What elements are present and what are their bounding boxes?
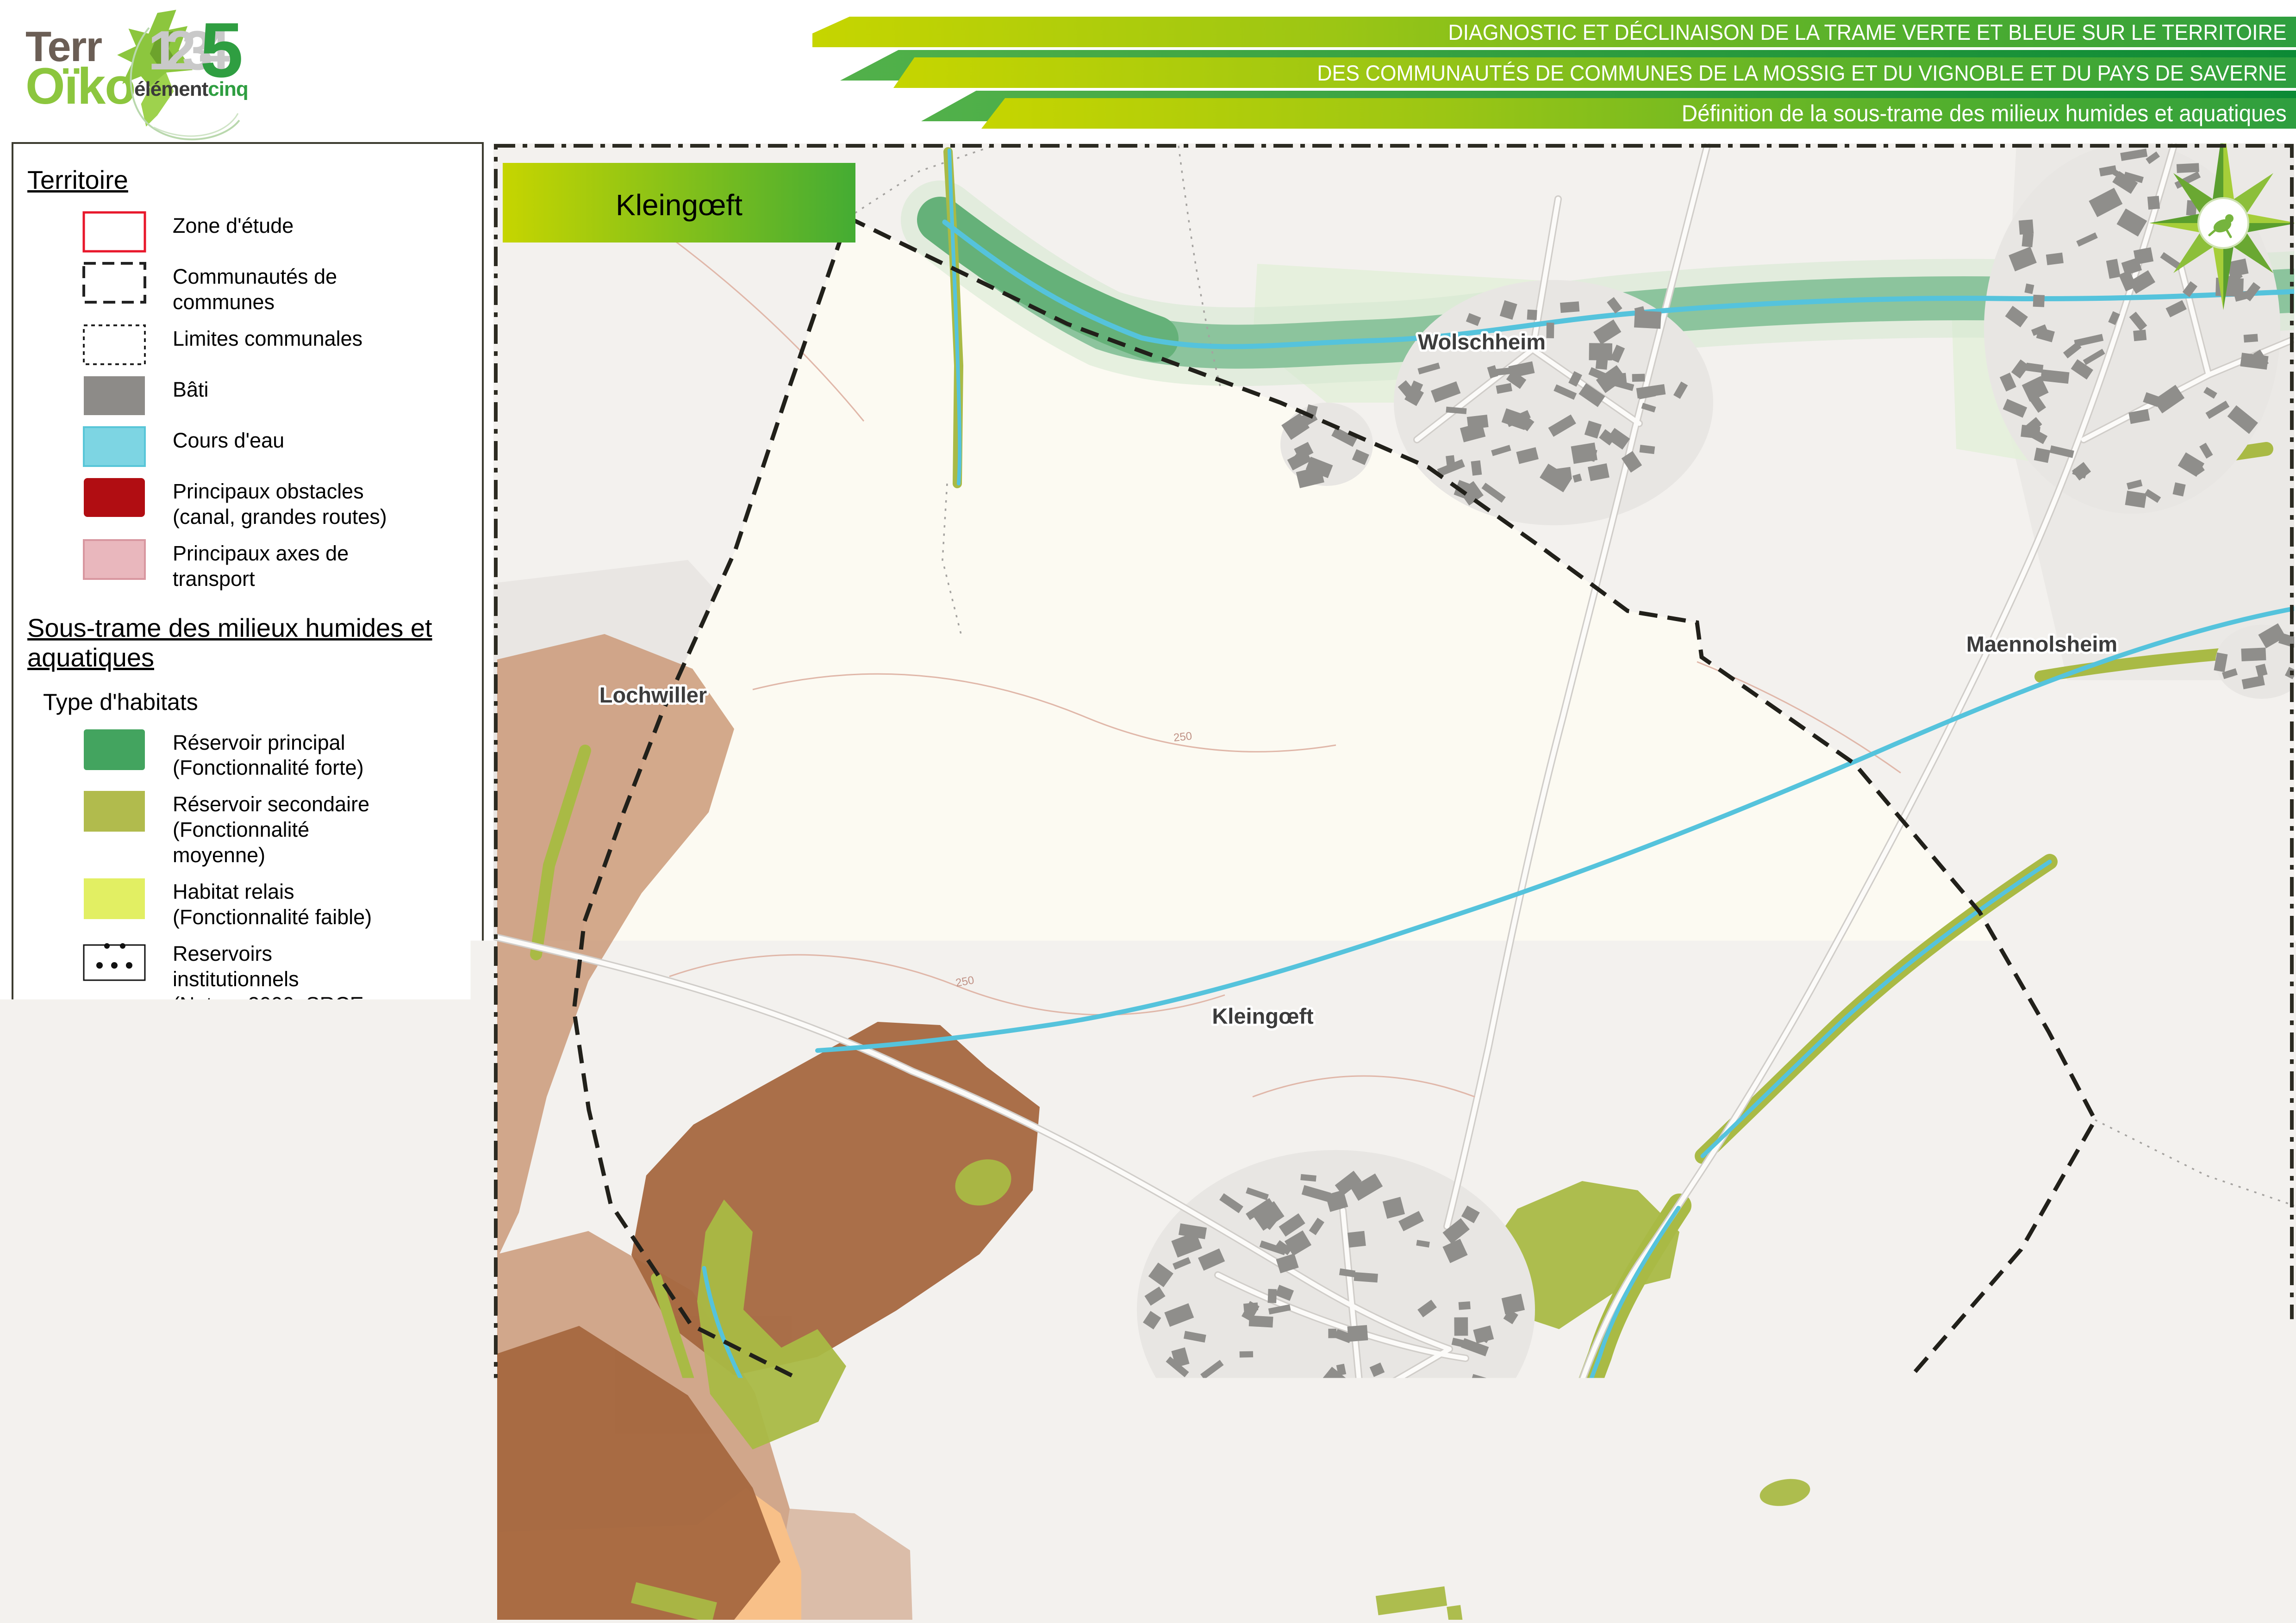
place-label-reutenbourg: Reutenbourg (539, 1517, 674, 1542)
tvb-title-line2: Verte & Bleue (106, 1507, 271, 1532)
swatch-zone-etude (82, 211, 147, 253)
legend-subtitle-corridors: Type de corridors (43, 1055, 468, 1082)
credits-panel: communauté de communes Mossig et Vignobl… (12, 1384, 484, 1618)
mossig-logo-region: Alsace (102, 1448, 290, 1462)
title-banner-3: Définition de la sous-trame des milieux … (981, 98, 2296, 129)
legend-item-communautes: Communautés de communes (27, 261, 468, 315)
legend-panel: Territoire Zone d'étude Communautés de c… (12, 142, 484, 1376)
map-title-box: Kleingœft (503, 163, 855, 243)
banner-title-text: DIAGNOSTIC ET DÉCLINAISON DE LA TRAME VE… (1448, 19, 2287, 45)
map-canvas: 250 250 Wolschheim Lochwille (493, 143, 2294, 1620)
element-cinq-logo: 1234 5 élémentcinq (134, 19, 241, 125)
tvb-subtitle: Mossig et Vignoble - Pays de Saverne (106, 1536, 271, 1548)
legend-item-bati: Bâti (27, 374, 468, 417)
scale-label-600: 600 m (877, 1555, 936, 1579)
swatch-bati (82, 374, 147, 417)
legend-subtitle-habitats: Type d'habitats (43, 689, 468, 715)
page: Terr Oïko 1234 5 élémentcinq DIAGNOSTIC … (0, 0, 2296, 1623)
map-area: 250 250 Wolschheim Lochwille (493, 143, 2294, 1620)
map-title: Kleingœft (616, 188, 742, 222)
place-label-lochwiller: Lochwiller (599, 683, 707, 707)
element-cinq-wordmark: élémentcinq (134, 78, 248, 101)
swatch-limites-communales (82, 323, 147, 366)
pays-saverne-name: Communauté de Communes (299, 1415, 482, 1451)
swatch-reservoir-secondaire (82, 789, 147, 833)
legend-item-reservoir-secondaire: Réservoir secondaire (Fonctionnalité moy… (27, 789, 468, 868)
banner-title-text: DES COMMUNAUTÉS DE COMMUNES DE LA MOSSIG… (1317, 60, 2287, 86)
tvb-paw-icon (32, 1480, 101, 1550)
legend-item-habitat-relais: Habitat relais (Fonctionnalité faible) (27, 877, 468, 930)
place-label-knoersheim: Knœrsheim (2160, 1534, 2281, 1559)
title-banner-1: DIAGNOSTIC ET DÉCLINAISON DE LA TRAME VE… (812, 17, 2296, 47)
legend-title-territoire: Territoire (27, 165, 468, 195)
place-label-wolschheim: Wolschheim (1418, 330, 1546, 354)
legend-item-corridor-secondaire: Corridor secondaire (27, 1150, 468, 1198)
mossig-vignoble-mark-icon (26, 1403, 96, 1473)
trame-verte-bleue-logo: Trame Verte & Bleue Mossig et Vignoble -… (32, 1480, 271, 1550)
place-label-kleingoeft: Kleingœft (1212, 1004, 1314, 1028)
mossig-logo-small-text: communauté de communes (102, 1414, 290, 1425)
legend-item-limites: Limites communales (27, 323, 468, 366)
sources-text: Sources : IGN, TerrOïko, Elément 5, Comm… (29, 1558, 469, 1621)
contour-label: 250 (1173, 730, 1193, 744)
legend-item-reservoir-principal: Réservoir principal (Fonctionnalité fort… (27, 728, 468, 781)
place-label-westhouse-marmoutier: Westhouse-Marmoutier (1471, 1405, 1712, 1429)
scale-label-0: 0 (505, 1555, 517, 1579)
tvb-title-line1: Trame (106, 1483, 271, 1507)
map-date: 20-11-2024 (290, 1507, 421, 1537)
legend-item-cours-eau: Cours d'eau (27, 425, 468, 468)
legend-item-zone-etude: Zone d'étude (27, 211, 468, 253)
title-banner-2: DES COMMUNAUTÉS DE COMMUNES DE LA MOSSIG… (893, 57, 2296, 88)
swatch-corridor-secondaire (82, 1150, 147, 1198)
scale-bar: 0 300 600 m (499, 1553, 950, 1605)
place-label-maennolsheim: Maennolsheim (1966, 632, 2117, 656)
swatch-habitat-relais (82, 877, 147, 921)
swatch-reservoirs-institutionnels (82, 939, 147, 983)
legend-item-corridor-principal: Corridor principal (27, 1094, 468, 1142)
swatch-axes-transport (82, 538, 147, 581)
pays-saverne-sub: du Pays de Saverne (299, 1451, 482, 1467)
swatch-obstacles (82, 476, 147, 519)
swatch-corridor-restaurer (82, 1206, 147, 1255)
legend-item-obstacles: Principaux obstacles (canal, grandes rou… (27, 476, 468, 530)
pays-saverne-mark-icon (263, 1406, 294, 1475)
scale-label-300: 300 (689, 1555, 724, 1579)
legend-item-axes-transport: Principaux axes de transport (27, 538, 468, 592)
banner-subtitle-text: Définition de la sous-trame des milieux … (1682, 100, 2287, 127)
swatch-corridor-principal (82, 1094, 147, 1142)
swatch-communautes-communes (82, 261, 147, 304)
pays-saverne-logo: Communauté de Communes du Pays de Savern… (263, 1406, 482, 1475)
mossig-vignoble-logo: communauté de communes Mossig et Vignobl… (26, 1403, 290, 1473)
mossig-logo-name: Mossig et Vignoble (102, 1425, 290, 1448)
swatch-cours-eau (82, 425, 147, 468)
legend-title-soustrame: Sous-trame des milieux humides et aquati… (27, 613, 468, 673)
swatch-reservoir-principal (82, 728, 147, 772)
legend-item-reservoirs-institutionnels: Reservoirs institutionnels (Natura 2000,… (27, 939, 468, 1043)
legend-item-corridor-restaurer: Corridor à restaurer (27, 1206, 468, 1255)
